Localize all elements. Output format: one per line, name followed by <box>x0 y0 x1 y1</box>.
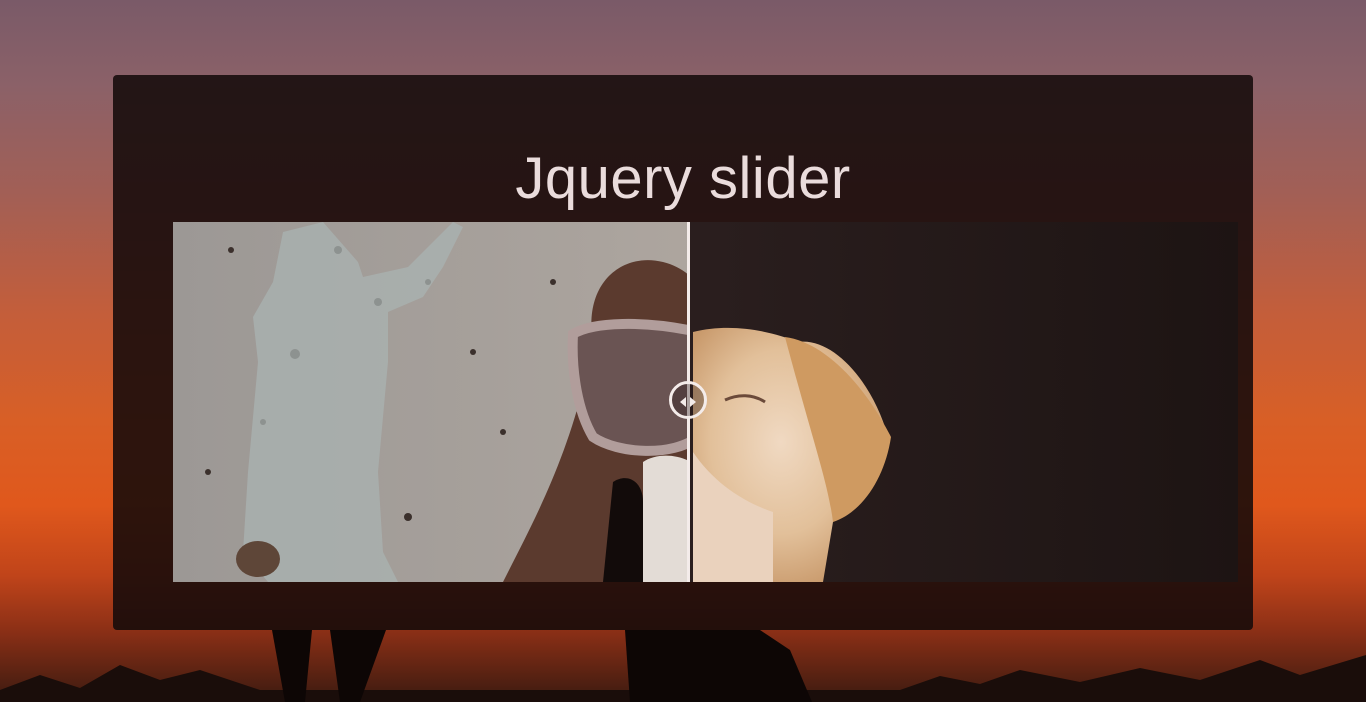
left-arrow-icon <box>680 397 686 407</box>
page-title: Jquery slider <box>515 146 851 211</box>
slider-handle[interactable] <box>669 381 707 419</box>
before-image <box>173 222 688 582</box>
image-compare-slider[interactable] <box>173 222 1238 582</box>
right-arrow-icon <box>690 397 696 407</box>
woman-and-dog-image <box>205 222 688 582</box>
